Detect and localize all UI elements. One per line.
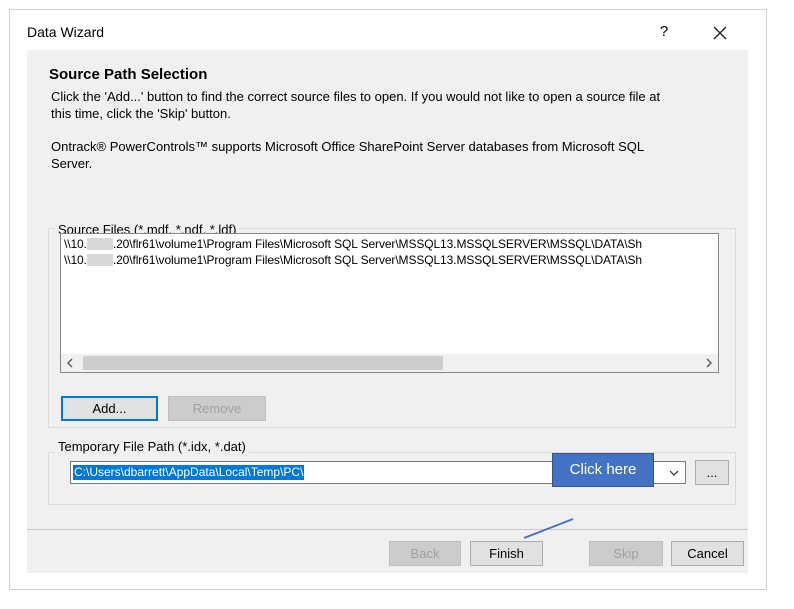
page-title: Source Path Selection	[49, 66, 208, 83]
chevron-down-icon[interactable]	[665, 462, 683, 483]
scroll-right-icon[interactable]	[700, 354, 718, 372]
instructions-line-1: Click the 'Add...' button to find the co…	[51, 89, 661, 104]
click-here-callout: Click here	[552, 453, 654, 487]
temp-path-value: C:\Users\dbarrett\AppData\Local\Temp\PC\	[73, 465, 305, 480]
browse-button[interactable]: ...	[695, 460, 729, 485]
support-note-line-1: Ontrack® PowerControls™ supports Microso…	[51, 139, 645, 154]
temp-path-label: Temporary File Path (*.idx, *.dat)	[55, 439, 249, 454]
path-suffix: .20\flr61\volume1\Program Files\Microsof…	[112, 253, 642, 267]
path-prefix: \\10.	[64, 253, 87, 267]
horizontal-scrollbar[interactable]	[61, 354, 718, 372]
source-files-list[interactable]: \\10. .20\flr61\volume1\Program Files\Mic…	[60, 233, 719, 373]
instructions-line-2: this time, click the 'Skip' button.	[51, 106, 231, 121]
help-button[interactable]: ?	[654, 22, 674, 42]
footer-divider	[27, 529, 748, 530]
wizard-body: Source Path Selection Click the 'Add...'…	[27, 50, 748, 573]
support-note-line-2: Server.	[51, 156, 93, 171]
redacted-ip	[86, 238, 113, 250]
scrollbar-thumb[interactable]	[83, 356, 443, 370]
finish-button[interactable]: Finish	[470, 541, 543, 566]
skip-button[interactable]: Skip	[589, 541, 663, 566]
title-bar: Data Wizard ?	[10, 10, 766, 50]
data-wizard-dialog: Data Wizard ? Source Path Selection Clic…	[9, 9, 767, 590]
close-icon[interactable]	[709, 22, 731, 44]
window-title: Data Wizard	[27, 24, 105, 40]
cancel-button[interactable]: Cancel	[671, 541, 744, 566]
scroll-left-icon[interactable]	[61, 354, 79, 372]
path-suffix: .20\flr61\volume1\Program Files\Microsof…	[112, 237, 642, 251]
redacted-ip	[86, 254, 113, 266]
add-button[interactable]: Add...	[61, 396, 158, 421]
list-item[interactable]: \\10. .20\flr61\volume1\Program Files\Mic…	[64, 253, 642, 267]
list-item[interactable]: \\10. .20\flr61\volume1\Program Files\Mic…	[64, 237, 642, 251]
remove-button[interactable]: Remove	[168, 396, 266, 421]
back-button[interactable]: Back	[389, 541, 461, 566]
path-prefix: \\10.	[64, 237, 87, 251]
